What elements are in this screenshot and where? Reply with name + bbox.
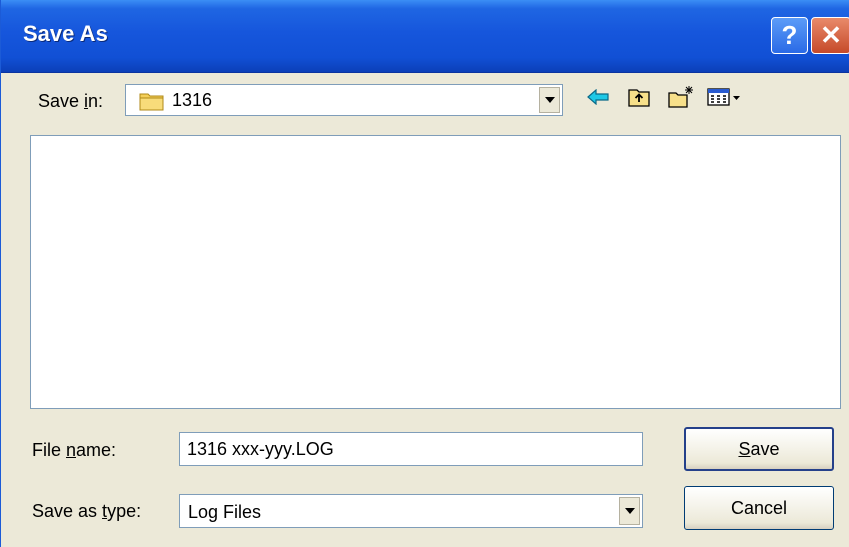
save-in-label: Save in:	[38, 91, 104, 111]
back-button[interactable]	[583, 84, 613, 114]
close-button[interactable]: ✕	[811, 17, 849, 54]
file-name-label: File name:	[32, 440, 117, 460]
create-new-folder-button[interactable]	[666, 84, 696, 114]
cancel-button[interactable]: Cancel	[684, 486, 834, 530]
save-as-type-value: Log Files	[188, 502, 262, 522]
file-name-input[interactable]: 1316 xxx-yyy.LOG	[179, 432, 643, 466]
folder-icon	[139, 91, 165, 116]
chevron-down-icon	[624, 508, 635, 514]
new-folder-icon	[667, 85, 695, 114]
save-in-dropdown-button[interactable]	[539, 87, 560, 113]
window-title: Save As	[23, 21, 108, 46]
back-arrow-icon	[587, 88, 609, 110]
save-button[interactable]: Save	[684, 427, 834, 471]
help-icon: ?	[781, 20, 798, 50]
save-in-value: 1316	[172, 90, 213, 110]
save-as-type-dropdown-button[interactable]	[619, 497, 640, 525]
view-menu-button[interactable]	[705, 84, 745, 114]
view-menu-icon	[707, 87, 743, 112]
up-folder-icon	[627, 86, 651, 113]
save-as-dialog: Save As ? ✕ Save in: 1316 File name: 131…	[0, 0, 849, 547]
close-icon: ✕	[820, 20, 842, 50]
file-list[interactable]	[30, 135, 841, 409]
help-button[interactable]: ?	[771, 17, 808, 54]
save-in-combo[interactable]: 1316	[125, 84, 563, 116]
chevron-down-icon	[544, 97, 555, 103]
up-one-level-button[interactable]	[624, 84, 654, 114]
save-as-type-select[interactable]: Log Files	[179, 494, 643, 528]
title-bar[interactable]: Save As ? ✕	[1, 0, 849, 73]
save-as-type-label: Save as type:	[32, 501, 142, 521]
